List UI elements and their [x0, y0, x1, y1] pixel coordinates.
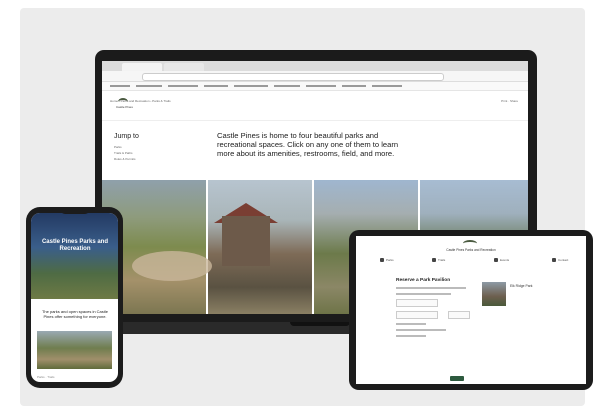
- tablet-nav-item[interactable]: Events: [500, 258, 509, 262]
- tablet-screen: Castle Pines Parks and Recreation Parks …: [356, 236, 586, 384]
- nav-icon[interactable]: [552, 258, 556, 262]
- url-input[interactable]: [142, 73, 444, 81]
- nav-icon[interactable]: [494, 258, 498, 262]
- thumbnail-caption: Elk Ridge Park: [510, 284, 533, 288]
- site-logo-text: Castle Pines: [116, 105, 133, 109]
- jump-link[interactable]: Trails & Paths: [114, 151, 133, 155]
- intro-paragraph: Castle Pines is home to four beautiful p…: [217, 131, 399, 159]
- jump-to-heading: Jump to: [114, 133, 139, 140]
- browser-tab[interactable]: [122, 63, 162, 71]
- nav-icon[interactable]: [380, 258, 384, 262]
- share-links[interactable]: Print · Share: [501, 99, 518, 103]
- tablet-nav-item[interactable]: Parks: [386, 258, 394, 262]
- phone-footer-text[interactable]: Parks · Trails: [37, 375, 55, 379]
- tablet-nav-item[interactable]: Trails: [438, 258, 445, 262]
- form-input[interactable]: [396, 311, 438, 319]
- tablet-site-logo[interactable]: [463, 240, 477, 247]
- park-thumbnail[interactable]: [482, 282, 506, 306]
- browser-address-bar: [102, 71, 528, 82]
- site-header: Castle Pines: [102, 90, 528, 121]
- phone-notch: [60, 207, 90, 214]
- phone-hero-title: Castle Pines Parks and Recreation: [41, 239, 109, 252]
- browser-tab[interactable]: [164, 63, 204, 71]
- laptop-notch: [290, 322, 350, 326]
- phone-hero-image: Castle Pines Parks and Recreation: [31, 213, 118, 299]
- form-input[interactable]: [396, 299, 438, 307]
- park-path-decoration: [132, 251, 212, 281]
- gazebo: [222, 216, 270, 266]
- reservation-form: Reserve a Park Pavilion: [396, 278, 496, 337]
- jump-link[interactable]: Parks: [114, 145, 122, 149]
- phone-body-text: The parks and open spaces in Castle Pine…: [41, 309, 109, 319]
- form-input[interactable]: [448, 311, 470, 319]
- browser-tab-strip: [102, 61, 528, 71]
- breadcrumb[interactable]: Home › Parks and Recreation › Parks & Tr…: [110, 99, 171, 103]
- jump-link[interactable]: Rules & Permits: [114, 157, 136, 161]
- tablet-nav-item[interactable]: Contact: [558, 258, 568, 262]
- tablet-site-title: Castle Pines Parks and Recreation: [446, 248, 496, 252]
- phone-screen: Castle Pines Parks and Recreation The pa…: [31, 213, 118, 382]
- form-title: Reserve a Park Pavilion: [396, 278, 451, 283]
- phone-park-photo[interactable]: [37, 331, 112, 369]
- submit-button[interactable]: [450, 376, 464, 381]
- nav-icon[interactable]: [432, 258, 436, 262]
